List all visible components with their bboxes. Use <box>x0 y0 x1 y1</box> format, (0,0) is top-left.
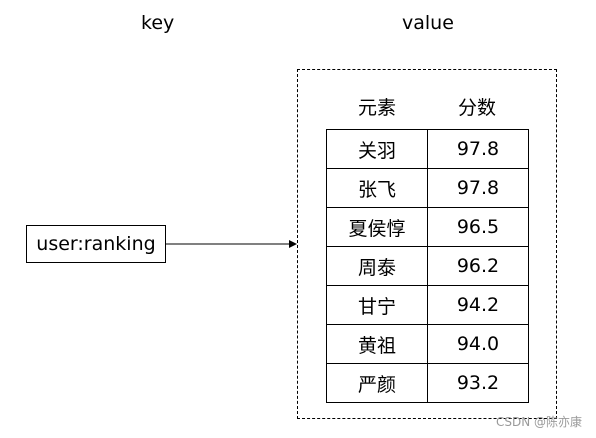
score-column-header: 分数 <box>457 97 496 119</box>
member-cell: 张飞 <box>326 168 428 208</box>
member-cell: 关羽 <box>326 129 428 169</box>
score-cell: 94.0 <box>427 324 529 364</box>
table-row: 夏侯惇 96.5 <box>326 207 529 247</box>
score-cell: 94.2 <box>427 285 529 325</box>
table-row: 黄祖 94.0 <box>326 324 529 364</box>
key-to-value-arrow <box>166 240 297 248</box>
score-cell: 97.8 <box>427 168 529 208</box>
score-cell: 96.5 <box>427 207 529 247</box>
watermark: CSDN @陈亦康 <box>495 415 582 429</box>
score-cell: 96.2 <box>427 246 529 286</box>
value-column-label: value <box>402 12 454 34</box>
key-box: user:ranking <box>26 225 166 263</box>
member-column-header: 元素 <box>357 97 396 119</box>
key-name: user:ranking <box>36 233 156 255</box>
score-cell: 93.2 <box>427 363 529 403</box>
table-row: 甘宁 94.2 <box>326 285 529 325</box>
table-row: 严颜 93.2 <box>326 363 529 403</box>
member-cell: 黄祖 <box>326 324 428 364</box>
member-cell: 夏侯惇 <box>326 207 428 247</box>
table-row: 周泰 96.2 <box>326 246 529 286</box>
key-column-label: key <box>141 12 175 34</box>
score-cell: 97.8 <box>427 129 529 169</box>
table-row: 张飞 97.8 <box>326 168 529 208</box>
table-row: 关羽 97.8 <box>326 129 529 169</box>
member-cell: 严颜 <box>326 363 428 403</box>
member-cell: 甘宁 <box>326 285 428 325</box>
sorted-set-table: 关羽 97.8 张飞 97.8 夏侯惇 96.5 周泰 96.2 甘宁 94.2 黄祖 94.0 严颜 9… <box>326 129 529 403</box>
member-cell: 周泰 <box>326 246 428 286</box>
